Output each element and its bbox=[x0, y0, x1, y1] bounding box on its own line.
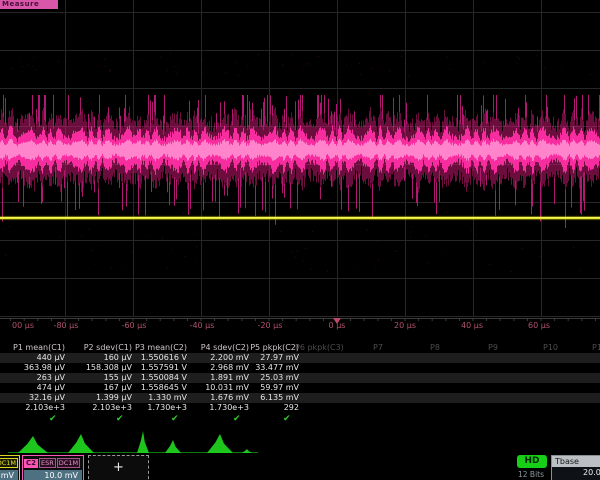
time-axis-label: -20 µs bbox=[258, 321, 283, 330]
measure-status-check-icon: ✔ bbox=[233, 413, 241, 425]
measure-status-check-icon: ✔ bbox=[49, 413, 57, 425]
channel-descriptor-c1[interactable]: DC1M 10.0 mV bbox=[0, 455, 20, 480]
time-axis-label: 60 µs bbox=[528, 321, 550, 330]
resolution-bits-label: 12 Bits bbox=[518, 470, 544, 479]
time-axis-label: -60 µs bbox=[122, 321, 147, 330]
measure-value: 292 bbox=[204, 403, 299, 413]
measure-value: 6.135 mV bbox=[204, 393, 299, 403]
measure-histicons[interactable] bbox=[8, 431, 258, 453]
c1-volts-per-div: 10.0 mV bbox=[0, 470, 18, 480]
channel-descriptor-c2[interactable]: C2 ESR DC1M 10.0 mV bbox=[22, 455, 84, 480]
c2-volts-per-div: 10.0 mV bbox=[24, 470, 82, 480]
measure-column[interactable]: P5 pkpk(C2)27.97 mV33.477 mV25.03 mV59.9… bbox=[204, 343, 299, 413]
hd-mode-badge[interactable]: HD bbox=[517, 455, 547, 468]
timebase-value: 20.0 µs bbox=[552, 467, 600, 478]
menu-fragment-highlight[interactable]: Measure bbox=[0, 0, 58, 9]
add-trace-button[interactable]: + bbox=[88, 455, 149, 480]
time-axis-label: 00 µs bbox=[12, 321, 34, 330]
time-axis-label: -80 µs bbox=[54, 321, 79, 330]
timebase-title: Tbase bbox=[552, 456, 600, 467]
time-axis-label: 0 µs bbox=[329, 321, 346, 330]
measure-column-header-inactive[interactable]: P10 bbox=[543, 343, 558, 353]
measure-status-check-icon: ✔ bbox=[116, 413, 124, 425]
measure-table: P1 mean(C1)440 µV363.98 µV263 µV474 µV32… bbox=[0, 343, 600, 433]
measure-column-header-inactive[interactable]: P9 bbox=[488, 343, 498, 353]
measure-status-check-icon: ✔ bbox=[171, 413, 179, 425]
measure-value: 33.477 mV bbox=[204, 363, 299, 373]
measure-column-header-inactive[interactable]: P8 bbox=[430, 343, 440, 353]
time-axis-label: 20 µs bbox=[394, 321, 416, 330]
measure-value: 59.97 mV bbox=[204, 383, 299, 393]
trace-c2 bbox=[1, 95, 600, 228]
measure-column-header-inactive[interactable]: P7 bbox=[373, 343, 383, 353]
measure-column-header[interactable]: P5 pkpk(C2) bbox=[204, 343, 299, 353]
measure-value: 25.03 mV bbox=[204, 373, 299, 383]
time-axis-label: -40 µs bbox=[190, 321, 215, 330]
c2-esr-badge: ESR bbox=[39, 458, 56, 468]
oscilloscope-screen: Measure 00 µs -80 µs -60 µs -40 µs -20 µs 0 µ… bbox=[0, 0, 600, 480]
c1-coupling-badge: DC1M bbox=[0, 458, 18, 468]
measure-value: 27.97 mV bbox=[204, 353, 299, 363]
c2-coupling-badge: DC1M bbox=[57, 458, 80, 468]
time-axis-label: 40 µs bbox=[461, 321, 483, 330]
c2-channel-badge: C2 bbox=[24, 459, 38, 468]
measure-column-header-inactive[interactable]: P11 bbox=[592, 343, 600, 353]
measure-column-header-inactive[interactable]: P6 pkpk(C3) bbox=[295, 343, 344, 353]
timebase-descriptor[interactable]: Tbase 20.0 µs bbox=[551, 455, 600, 480]
measure-status-check-icon: ✔ bbox=[283, 413, 291, 425]
